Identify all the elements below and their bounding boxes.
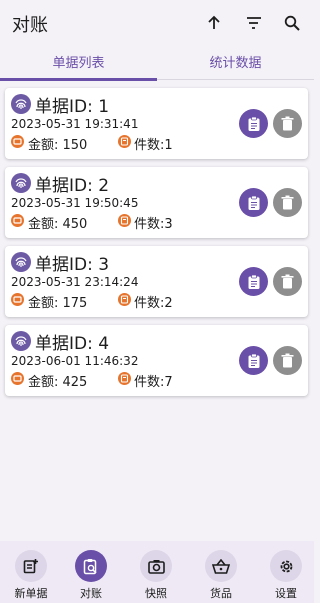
money-icon bbox=[11, 293, 24, 306]
nav-new-document[interactable]: 新单据 bbox=[0, 541, 62, 603]
nav-label: 货品 bbox=[210, 587, 232, 600]
bottom-navigation: 新单据 对账 快照 货品 设置 bbox=[0, 541, 314, 603]
record-timestamp: 2023-05-31 19:31:41 bbox=[11, 117, 139, 131]
clipboard-search-icon bbox=[75, 550, 107, 582]
arrow-up-icon bbox=[208, 15, 220, 29]
trash-icon bbox=[281, 274, 294, 289]
record-amount: 金额: 175 bbox=[28, 296, 88, 311]
record-list: 单据ID: 1 2023-05-31 19:31:41 金额: 150 件数:1… bbox=[5, 88, 308, 404]
search-button[interactable] bbox=[279, 10, 305, 36]
basket-icon bbox=[205, 550, 237, 582]
nav-label: 设置 bbox=[275, 587, 297, 600]
delete-button[interactable] bbox=[273, 109, 302, 138]
reconcile-button[interactable] bbox=[239, 267, 268, 296]
trash-icon bbox=[281, 353, 294, 368]
tab-document-list[interactable]: 单据列表 bbox=[0, 50, 157, 81]
record-timestamp: 2023-05-31 19:50:45 bbox=[11, 196, 139, 210]
money-icon bbox=[11, 372, 24, 385]
search-icon bbox=[284, 15, 300, 31]
money-icon bbox=[11, 214, 24, 227]
record-amount: 金额: 150 bbox=[28, 138, 88, 153]
record-summary: 金额: 450 件数:3 bbox=[11, 213, 251, 232]
clipboard-icon bbox=[248, 353, 259, 368]
calculator-icon bbox=[118, 293, 131, 306]
reconcile-button[interactable] bbox=[239, 109, 268, 138]
reconcile-button[interactable] bbox=[239, 188, 268, 217]
fingerprint-icon bbox=[11, 173, 31, 193]
money-icon bbox=[11, 135, 24, 148]
record-amount: 金额: 425 bbox=[28, 375, 88, 390]
record-card[interactable]: 单据ID: 2 2023-05-31 19:50:45 金额: 450 件数:3 bbox=[5, 167, 308, 238]
record-id: 单据ID: 2 bbox=[35, 176, 110, 196]
app-bar: 对账 bbox=[0, 0, 314, 48]
record-card[interactable]: 单据ID: 3 2023-05-31 23:14:24 金额: 175 件数:2 bbox=[5, 246, 308, 317]
calculator-icon bbox=[118, 214, 131, 227]
nav-reconcile[interactable]: 对账 bbox=[60, 541, 122, 603]
fingerprint-icon bbox=[11, 331, 31, 351]
clipboard-icon bbox=[248, 116, 259, 131]
trash-icon bbox=[281, 195, 294, 210]
record-count: 件数:7 bbox=[134, 375, 173, 390]
gear-icon bbox=[270, 550, 302, 582]
nav-label: 快照 bbox=[145, 587, 167, 600]
nav-goods[interactable]: 货品 bbox=[190, 541, 252, 603]
delete-button[interactable] bbox=[273, 346, 302, 375]
record-summary: 金额: 175 件数:2 bbox=[11, 292, 251, 311]
calculator-icon bbox=[118, 135, 131, 148]
nav-label: 对账 bbox=[80, 587, 102, 600]
reconcile-button[interactable] bbox=[239, 346, 268, 375]
delete-button[interactable] bbox=[273, 188, 302, 217]
calculator-icon bbox=[118, 372, 131, 385]
sort-icon bbox=[247, 17, 261, 29]
record-timestamp: 2023-06-01 11:46:32 bbox=[11, 354, 139, 368]
page-title: 对账 bbox=[12, 15, 48, 36]
record-summary: 金额: 150 件数:1 bbox=[11, 134, 251, 153]
sort-ascending-button[interactable] bbox=[201, 10, 227, 36]
fingerprint-icon bbox=[11, 252, 31, 272]
record-id: 单据ID: 1 bbox=[35, 97, 110, 117]
fingerprint-icon bbox=[11, 94, 31, 114]
record-count: 件数:2 bbox=[134, 296, 173, 311]
nav-settings[interactable]: 设置 bbox=[255, 541, 317, 603]
record-count: 件数:3 bbox=[134, 217, 173, 232]
tab-bar: 单据列表 统计数据 bbox=[0, 50, 314, 81]
record-id: 单据ID: 4 bbox=[35, 334, 110, 354]
delete-button[interactable] bbox=[273, 267, 302, 296]
clipboard-icon bbox=[248, 274, 259, 289]
clipboard-icon bbox=[248, 195, 259, 210]
new-document-icon bbox=[15, 550, 47, 582]
record-id: 单据ID: 3 bbox=[35, 255, 110, 275]
record-summary: 金额: 425 件数:7 bbox=[11, 371, 251, 390]
sort-button[interactable] bbox=[241, 10, 267, 36]
trash-icon bbox=[281, 116, 294, 131]
camera-icon bbox=[140, 550, 172, 582]
nav-snapshot[interactable]: 快照 bbox=[125, 541, 187, 603]
record-count: 件数:1 bbox=[134, 138, 173, 153]
record-card[interactable]: 单据ID: 4 2023-06-01 11:46:32 金额: 425 件数:7 bbox=[5, 325, 308, 396]
record-amount: 金额: 450 bbox=[28, 217, 88, 232]
record-card[interactable]: 单据ID: 1 2023-05-31 19:31:41 金额: 150 件数:1 bbox=[5, 88, 308, 159]
tab-statistics[interactable]: 统计数据 bbox=[157, 50, 314, 80]
record-timestamp: 2023-05-31 23:14:24 bbox=[11, 275, 139, 289]
nav-label: 新单据 bbox=[14, 587, 48, 600]
